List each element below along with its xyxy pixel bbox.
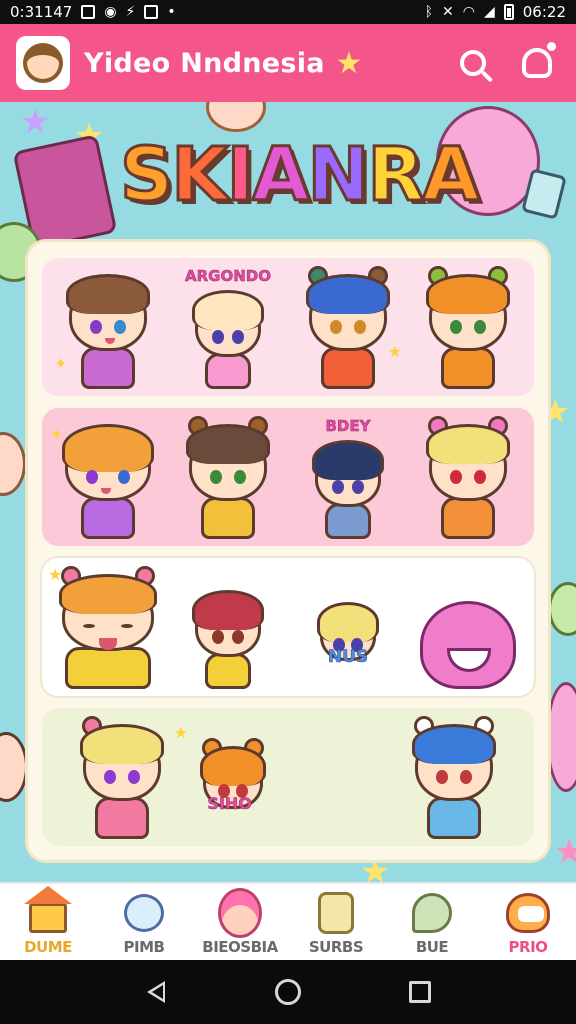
app-bar: Yideo Nndnesia ★ (0, 24, 576, 102)
notification-icon (81, 5, 96, 19)
logo-letter: S (118, 131, 174, 220)
sticker-pink-bun-girl[interactable] (414, 415, 522, 539)
favorite-star-icon[interactable]: ★ (326, 40, 372, 86)
sticker-red-hair-girl[interactable] (174, 565, 282, 689)
system-navigation-bar (0, 960, 576, 1024)
nav-label: PIMB (123, 938, 165, 956)
nav-label: DUME (24, 938, 72, 956)
home-circle-icon (275, 979, 301, 1005)
banner-logo: SKIANRA (118, 131, 481, 220)
recents-square-icon (409, 981, 431, 1003)
game-controller-icon: ◉ (104, 4, 117, 20)
sticker-panel: ✦ ARGONDO ★ ✦ BDEY ★ NUS ★ SIHO (28, 242, 548, 860)
nav-label: PRIO (508, 938, 548, 956)
nav-item-bue[interactable]: BUE (386, 892, 478, 956)
nav-label: BIEOSBIA (202, 938, 278, 956)
back-triangle-icon (147, 981, 165, 1003)
logo-letter: A (421, 131, 481, 220)
leaf-icon (412, 893, 452, 933)
status-right: ᛒ ✕ ◠ ◢ 06:22 (425, 3, 566, 21)
nav-item-prio[interactable]: PRIO (482, 892, 574, 956)
profile-icon (522, 42, 556, 78)
back-button[interactable] (136, 972, 176, 1012)
scroll-icon (318, 892, 354, 934)
nav-item-bieosbia[interactable]: BIEOSBIA (194, 888, 286, 956)
blob-mascot-icon (506, 893, 550, 933)
signal-icon: ◢ (483, 4, 495, 20)
decor-character (206, 102, 266, 132)
sticker-blonde-nus-girl[interactable]: NUS (294, 565, 402, 689)
search-icon (460, 50, 486, 76)
app-logo[interactable] (16, 36, 70, 90)
image-icon (144, 5, 159, 19)
sticker-navy-hair-girl[interactable]: BDEY (294, 415, 402, 539)
sticker-orange-hair-siho[interactable]: SIHO (179, 715, 287, 839)
status-bar: 0:31147 ◉ ⚡ • ᛒ ✕ ◠ ◢ 06:22 (0, 0, 576, 24)
status-time-left: 0:31147 (10, 3, 73, 21)
logo-letter: K (170, 131, 230, 220)
logo-letter: A (251, 131, 311, 220)
sticker-row: ★ SIHO (42, 708, 534, 846)
main-content: ★ ★ ★ ★ ★ SKIANRA ✦ ARGONDO (0, 102, 576, 882)
sticker-row: ✦ ARGONDO ★ (42, 258, 534, 396)
sticker-bear-ear-girl[interactable] (174, 415, 282, 539)
app-logo-face-icon (23, 43, 63, 83)
sticker-laughing-girl[interactable]: ★ (48, 565, 162, 689)
dot-icon: • (167, 4, 176, 20)
decor-star-icon: ★ (554, 832, 576, 872)
decor-character (0, 432, 26, 496)
vibrate-icon: ✕ (442, 4, 454, 20)
nav-label: SURBS (308, 938, 364, 956)
lightning-icon: ⚡ (125, 4, 136, 20)
nav-label: BUE (415, 938, 449, 956)
decor-character (548, 582, 576, 636)
sticker-row: ★ NUS (42, 558, 534, 696)
bluetooth-icon: ᛒ (424, 4, 434, 20)
decor-character (0, 732, 28, 802)
app-title: Yideo Nndnesia (84, 47, 325, 79)
house-icon (24, 886, 72, 933)
status-left: 0:31147 ◉ ⚡ • (10, 3, 176, 21)
sticker-blonde-girl-with-pet[interactable]: ★ (68, 715, 188, 839)
pink-blob-mascot (420, 601, 516, 689)
battery-icon (503, 4, 514, 20)
logo-letter: R (366, 131, 426, 220)
sticker-blue-hair-bun-girl[interactable] (400, 715, 508, 839)
sticker-brown-hair-girl[interactable]: ✦ (54, 265, 162, 389)
sticker-long-orange-hair-girl[interactable]: ✦ (50, 415, 162, 539)
recents-button[interactable] (400, 972, 440, 1012)
decor-star-icon: ★ (20, 102, 51, 142)
character-face-icon (218, 888, 262, 938)
sticker-blonde-girl[interactable]: ARGONDO (174, 265, 282, 389)
search-button[interactable] (450, 40, 496, 86)
decor-character (546, 682, 576, 792)
sticker-label: BDEY (325, 417, 371, 436)
sticker-label: ARGONDO (185, 267, 271, 286)
sticker-pink-blob[interactable] (414, 565, 522, 689)
home-button[interactable] (268, 972, 308, 1012)
sticker-row: ✦ BDEY (42, 408, 534, 546)
logo-letter: I (225, 131, 255, 220)
wifi-icon: ◠ (462, 4, 475, 20)
profile-button[interactable] (514, 40, 560, 86)
status-time-right: 06:22 (522, 3, 566, 21)
chat-bubble-icon (124, 894, 164, 932)
sticker-blue-hair-girl[interactable]: ★ (294, 265, 402, 389)
sticker-orange-hair-girl[interactable] (414, 265, 522, 389)
sticker-label: SIHO (207, 794, 252, 814)
logo-letter: N (306, 131, 371, 220)
nav-item-pimb[interactable]: PIMB (98, 892, 190, 956)
nav-item-dume[interactable]: DUME (2, 886, 94, 956)
bottom-navigation: DUME PIMB BIEOSBIA SURBS BUE PRIO (0, 882, 576, 960)
nav-item-surbs[interactable]: SURBS (290, 892, 382, 956)
sticker-label: NUS (327, 647, 369, 668)
